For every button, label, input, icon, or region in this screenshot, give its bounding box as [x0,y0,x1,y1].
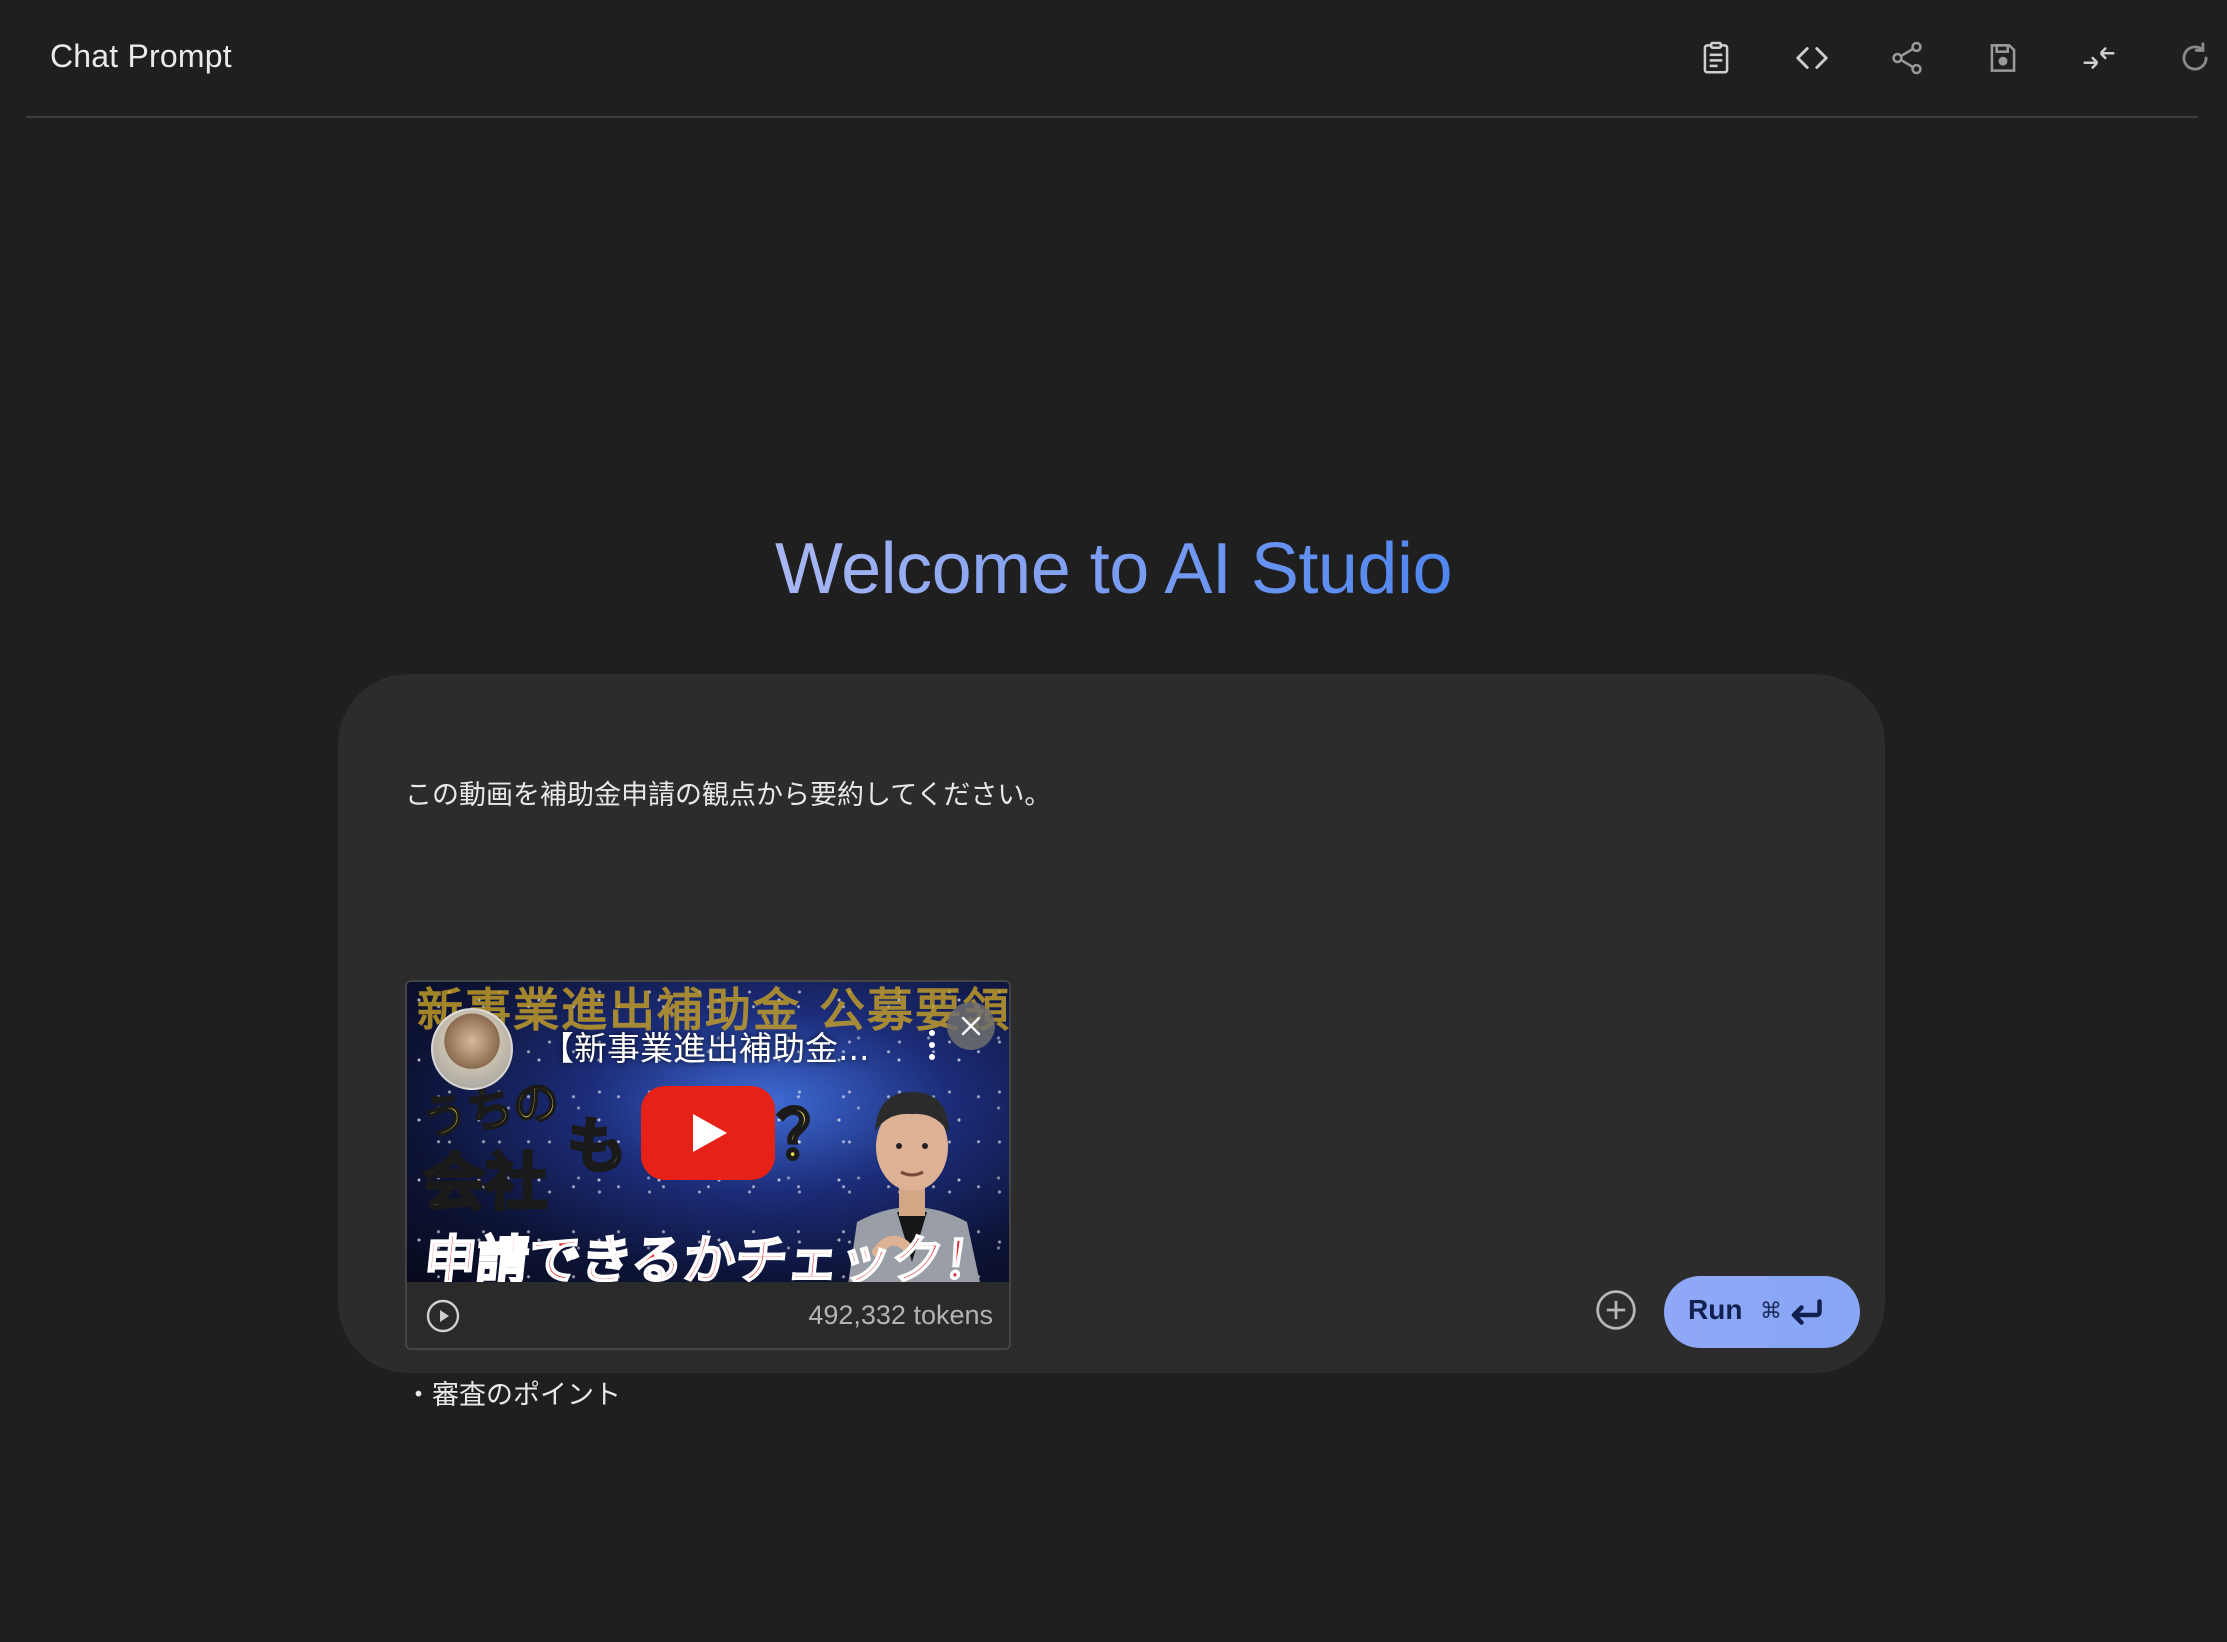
top-bar: Chat Prompt [26,0,2208,118]
prompt-line: この動画を補助金申請の観点から要約してください。 [405,780,1052,811]
run-button[interactable]: Run ⌘ [1664,1276,1860,1348]
close-icon [961,1016,981,1036]
toolbar [1688,30,2208,90]
clipboard-icon[interactable] [1688,30,1744,86]
youtube-play-icon[interactable] [641,1086,775,1180]
thumbnail-text-question: ？ [776,1096,845,1176]
thumbnail-text-kaisha: 会社 [421,1145,548,1221]
refresh-icon[interactable] [2167,30,2223,86]
token-count: 492,332 tokens [808,1300,993,1330]
enter-key-icon [1791,1299,1822,1325]
video-attachment[interactable]: 新事業進出補助金 公募要領 うちの 会社 も ？ 申請できるかチェック！ 【新事… [405,980,1011,1350]
run-button-label: Run [1688,1294,1743,1325]
share-icon[interactable] [1879,30,1935,86]
thumbnail-text-check: 申請できるかチェック！ [420,1230,999,1282]
prompt-line: ・審査のポイント [405,1380,621,1411]
video-thumbnail[interactable]: 新事業進出補助金 公募要領 うちの 会社 も ？ 申請できるかチェック！ 【新事… [407,982,1009,1282]
code-icon[interactable] [1784,30,1840,86]
video-more-icon[interactable] [925,1028,939,1062]
prompt-line [405,896,1705,936]
welcome-heading: Welcome to AI Studio [0,528,2227,610]
welcome-text: Welcome to AI Studio [774,529,1453,609]
prompt-composer[interactable]: この動画を補助金申請の観点から要約してください。 特に以下の点を重視してください… [338,674,1885,1411]
compare-icon[interactable] [2071,30,2127,86]
page-title: Chat Prompt [50,38,232,74]
remove-attachment-button[interactable] [947,1002,995,1050]
channel-avatar[interactable] [431,1008,513,1090]
save-icon[interactable] [1975,30,2031,86]
play-circle-icon[interactable] [425,1298,461,1334]
video-title[interactable]: 【新事業進出補助金... [541,1022,941,1070]
add-media-icon[interactable] [1594,1288,1638,1332]
attachment-footer: 492,332 tokens [407,1282,1009,1348]
command-key-icon: ⌘ [1760,1298,1782,1323]
thumbnail-text-mo: も [566,1111,629,1184]
